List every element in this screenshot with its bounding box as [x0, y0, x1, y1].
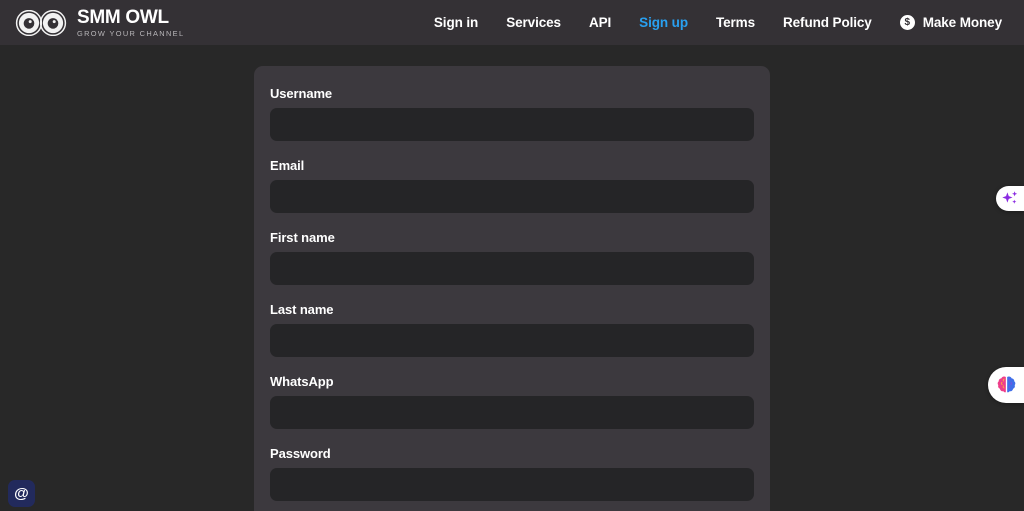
- field-label-username: Username: [270, 86, 333, 101]
- brand-logo[interactable]: SMM OWL GROW YOUR CHANNEL: [14, 6, 185, 38]
- nav-item-refund-policy[interactable]: Refund Policy: [769, 15, 886, 30]
- field-label-whatsapp: WhatsApp: [270, 374, 334, 389]
- site-header: SMM OWL GROW YOUR CHANNEL Sign in Servic…: [0, 0, 1024, 45]
- sparkle-widget-button[interactable]: [996, 186, 1024, 211]
- nav-item-sign-in[interactable]: Sign in: [420, 15, 492, 30]
- field-username: Username: [270, 86, 754, 141]
- field-first-name: First name: [270, 230, 754, 285]
- contact-widget-button[interactable]: @: [8, 480, 35, 507]
- brain-widget-button[interactable]: [988, 367, 1024, 403]
- signup-form-card: Username Email First name Last name What…: [254, 66, 770, 511]
- field-whatsapp: WhatsApp: [270, 374, 754, 429]
- field-email: Email: [270, 158, 754, 213]
- field-last-name: Last name: [270, 302, 754, 357]
- email-input[interactable]: [270, 180, 754, 213]
- nav-item-api[interactable]: API: [575, 15, 625, 30]
- at-sign-icon: @: [14, 485, 29, 502]
- nav-item-sign-up[interactable]: Sign up: [625, 15, 702, 30]
- main-navigation: Sign in Services API Sign up Terms Refun…: [420, 15, 1006, 30]
- nav-item-terms[interactable]: Terms: [702, 15, 769, 30]
- username-input[interactable]: [270, 108, 754, 141]
- field-label-email: Email: [270, 158, 305, 173]
- last-name-input[interactable]: [270, 324, 754, 357]
- first-name-input[interactable]: [270, 252, 754, 285]
- nav-item-make-money[interactable]: $ Make Money: [886, 15, 1006, 30]
- signup-page: SMM OWL GROW YOUR CHANNEL Sign in Servic…: [0, 0, 1024, 511]
- brand-tagline: GROW YOUR CHANNEL: [77, 28, 185, 38]
- password-input[interactable]: [270, 468, 754, 501]
- field-label-first-name: First name: [270, 230, 335, 245]
- owl-eyes-icon: [15, 9, 67, 36]
- dollar-coin-icon: $: [899, 15, 915, 30]
- nav-item-make-money-label: Make Money: [922, 15, 1002, 30]
- brand-text: SMM OWL GROW YOUR CHANNEL: [77, 6, 185, 38]
- field-label-last-name: Last name: [270, 302, 334, 317]
- field-password: Password: [270, 446, 754, 501]
- sparkle-icon: [1002, 190, 1018, 204]
- brain-icon: [997, 376, 1015, 392]
- nav-item-services[interactable]: Services: [492, 15, 575, 30]
- whatsapp-input[interactable]: [270, 396, 754, 429]
- brand-name: SMM OWL: [77, 6, 169, 28]
- field-label-password: Password: [270, 446, 331, 461]
